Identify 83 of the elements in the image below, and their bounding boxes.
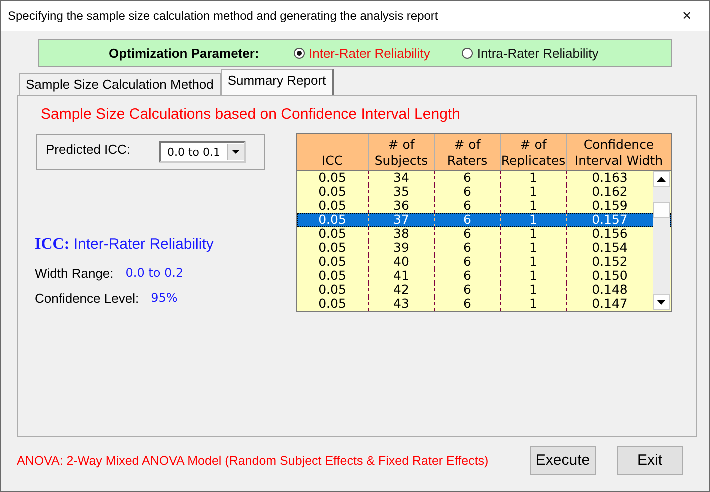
table-cell: 1 (501, 269, 567, 283)
table-cell: 0.05 (297, 213, 369, 227)
table-row[interactable]: 0.05 40 6 1 0.152 (297, 255, 671, 269)
table-cell: 1 (501, 283, 567, 297)
radio-label[interactable]: Inter-Rater Reliability (309, 46, 430, 60)
window-title: Specifying the sample size calculation method and generating the analysis report (8, 9, 438, 23)
table-cell: 0.05 (297, 227, 369, 241)
table-cell-text: 0.157 (591, 213, 629, 227)
close-button[interactable]: ✕ (665, 9, 709, 23)
table-cell: 37 (369, 213, 435, 227)
table-cell-text: 0.163 (591, 171, 629, 185)
radio-button[interactable] (462, 48, 474, 58)
table-cell: 6 (435, 241, 501, 255)
table-cell: 6 (435, 297, 501, 311)
radio-label[interactable]: Intra-Rater Reliability (477, 46, 599, 60)
radio-button[interactable] (294, 48, 305, 58)
table-cell: 35 (369, 185, 435, 199)
table-row[interactable]: 0.05 37 6 1 0.157 (297, 213, 671, 227)
table-cell: 1 (501, 185, 567, 199)
scroll-thumb[interactable] (653, 202, 670, 218)
table-cell: 34 (369, 171, 435, 185)
table-cell-text: 0.154 (591, 241, 629, 255)
field-value: 0.0 to 0.2 (126, 266, 184, 281)
table-cell: 42 (369, 283, 435, 297)
scrollbar[interactable] (653, 171, 670, 310)
table-row[interactable]: 0.05 35 6 1 0.162 (297, 185, 671, 199)
table-row[interactable]: 0.05 38 6 1 0.156 (297, 227, 671, 241)
table-row[interactable]: 0.05 39 6 1 0.154 (297, 241, 671, 255)
table-cell-text: 0.147 (591, 297, 629, 311)
table-cell: 38 (369, 227, 435, 241)
up-arrow-icon (657, 176, 666, 182)
table-cell: 0.05 (297, 241, 369, 255)
table-cell-text: 0.162 (591, 185, 629, 199)
tab[interactable]: Sample Size Calculation Method (19, 73, 221, 95)
table-cell: 0.05 (297, 185, 369, 199)
table-cell: 1 (501, 213, 567, 227)
table-cell: 0.05 (297, 269, 369, 283)
column-header: Confidence Interval Width (574, 136, 664, 170)
table-cell: 0.05 (297, 255, 369, 269)
icc-dropdown[interactable]: 0.0 to 0.1 (159, 141, 246, 163)
table-cell: 1 (501, 297, 567, 311)
table-cell-text: 0.156 (591, 227, 629, 241)
dropdown-arrow-icon (232, 150, 240, 154)
report-heading: Sample Size Calculations based on Confidence Interval Length (41, 106, 462, 123)
table-row[interactable]: 0.05 43 6 1 0.147 (297, 297, 671, 311)
table-row[interactable]: 0.05 41 6 1 0.150 (297, 269, 671, 283)
table-cell: 1 (501, 171, 567, 185)
action-button[interactable]: Execute (530, 446, 596, 475)
table-cell: 40 (369, 255, 435, 269)
table-cell-text: 0.150 (591, 269, 629, 283)
table-cell-text: 0.148 (591, 283, 629, 297)
table-cell: 1 (501, 241, 567, 255)
table-cell: 6 (435, 171, 501, 185)
table-cell: 43 (369, 297, 435, 311)
field-value: 95% (151, 291, 178, 306)
scroll-down-button[interactable] (653, 294, 670, 310)
table-row[interactable]: 0.05 34 6 1 0.163 (297, 171, 671, 185)
scroll-up-button[interactable] (653, 171, 670, 187)
field-label: Confidence Level: (35, 291, 140, 306)
model-text: ANOVA: 2-Way Mixed ANOVA Model (Random Subject Effects & Fixed Rater Effects) (17, 454, 490, 468)
table-cell: 1 (501, 227, 567, 241)
table-cell: 0.05 (297, 297, 369, 311)
field-label: Width Range: (35, 266, 114, 281)
table-cell: 6 (435, 227, 501, 241)
table-cell: 6 (435, 213, 501, 227)
table-cell: 6 (435, 255, 501, 269)
table-cell: 0.05 (297, 283, 369, 297)
table-cell: 39 (369, 241, 435, 255)
table-cell-text: 0.152 (591, 255, 629, 269)
table-cell: 41 (369, 269, 435, 283)
field-label: Predicted ICC: (46, 142, 132, 156)
parameter-label: Optimization Parameter: (109, 46, 260, 60)
table-cell: 6 (435, 185, 501, 199)
table-cell: 6 (435, 269, 501, 283)
action-button[interactable]: Exit (617, 446, 683, 475)
table-row[interactable]: 0.05 42 6 1 0.148 (297, 283, 671, 297)
table-cell: 6 (435, 283, 501, 297)
table-cell: 1 (501, 255, 567, 269)
down-arrow-icon (657, 300, 666, 304)
table-cell: 0.05 (297, 171, 369, 185)
table-cell-text: 0.159 (591, 199, 629, 213)
tab[interactable]: Summary Report (220, 69, 334, 95)
icc-type-text: ICC: Inter-Rater Reliability (35, 236, 215, 254)
